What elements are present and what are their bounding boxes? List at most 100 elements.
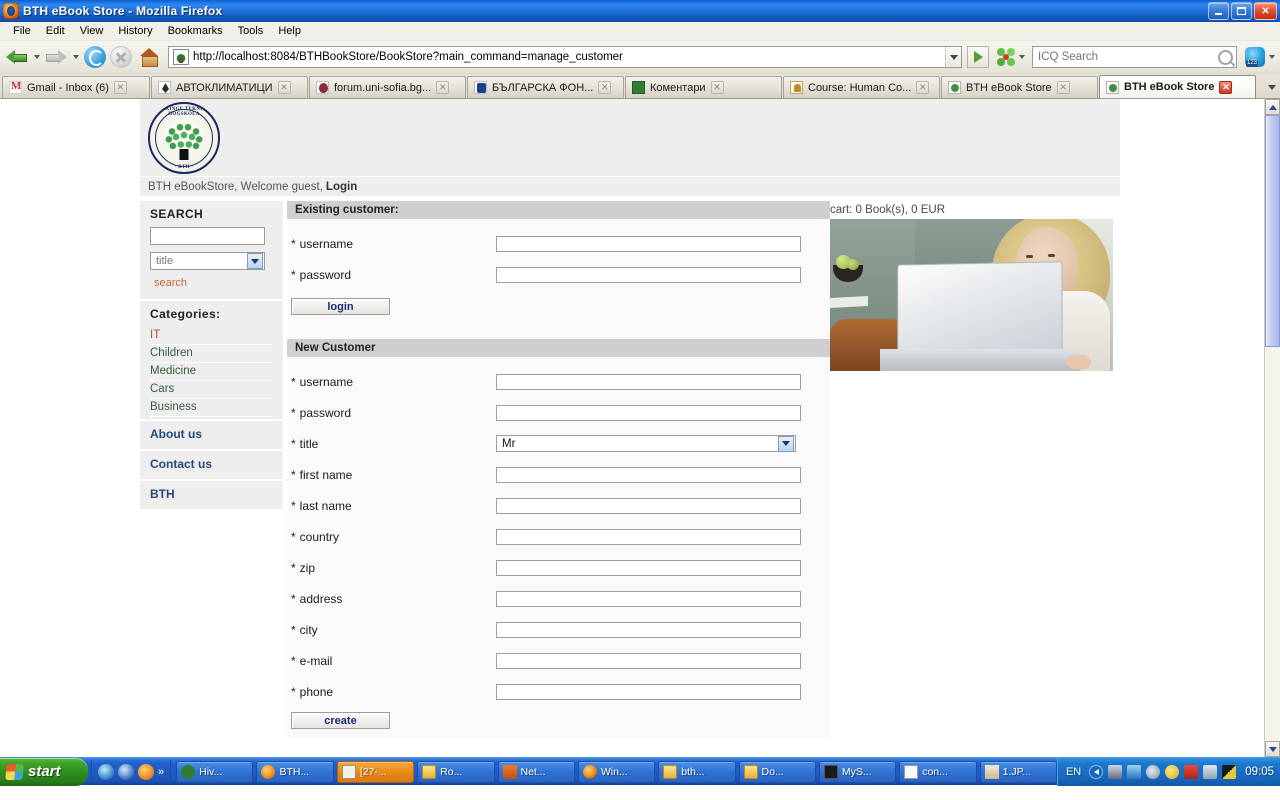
- maximize-button[interactable]: [1231, 2, 1252, 20]
- sidebar-item-it[interactable]: IT: [150, 327, 273, 345]
- security-icon[interactable]: [1146, 765, 1160, 779]
- first-name-input[interactable]: [496, 467, 801, 483]
- tab-komentari[interactable]: Коментари ✕: [625, 76, 782, 98]
- minimize-button[interactable]: [1208, 2, 1229, 20]
- tab-list-dropdown[interactable]: [1264, 76, 1280, 98]
- address-bar[interactable]: http://localhost:8084/BTHBookStore/BookS…: [168, 46, 962, 68]
- tab-forum-uni-sofia[interactable]: forum.uni-sofia.bg... ✕: [309, 76, 466, 98]
- menu-help[interactable]: Help: [271, 23, 308, 39]
- tab-bulgarska-fon[interactable]: БЪЛГАРСКА ФОН... ✕: [467, 76, 624, 98]
- city-input[interactable]: [496, 622, 801, 638]
- taskbar-item-bth[interactable]: BTH...: [256, 761, 333, 783]
- tab-bth-ebook-store-1[interactable]: BTH eBook Store ✕: [941, 76, 1098, 98]
- magnifier-icon[interactable]: [1215, 46, 1236, 67]
- quick-launch-overflow[interactable]: »: [158, 766, 164, 778]
- search-provider-dropdown[interactable]: [1017, 46, 1026, 68]
- taskbar-item-hiv[interactable]: Hiv...: [176, 761, 253, 783]
- last-name-input[interactable]: [496, 498, 801, 514]
- sidebar-item-cars[interactable]: Cars: [150, 381, 273, 399]
- menu-tools[interactable]: Tools: [231, 23, 271, 39]
- country-input[interactable]: [496, 529, 801, 545]
- tab-close-icon[interactable]: ✕: [598, 81, 611, 94]
- close-button[interactable]: ✕: [1254, 2, 1277, 20]
- login-button[interactable]: login: [291, 298, 390, 315]
- go-button[interactable]: [967, 46, 989, 68]
- search-bar[interactable]: [1032, 46, 1237, 68]
- sidebar-search-input[interactable]: [150, 227, 265, 245]
- chevron-down-icon[interactable]: [778, 436, 794, 452]
- tab-close-icon[interactable]: ✕: [711, 81, 724, 94]
- menu-view[interactable]: View: [73, 23, 111, 39]
- search-input[interactable]: [1036, 50, 1218, 64]
- taskbar-item-mysql[interactable]: MyS...: [819, 761, 896, 783]
- taskbar-item-27[interactable]: [27-...: [337, 761, 414, 783]
- stop-icon[interactable]: [110, 46, 132, 68]
- firefox-icon[interactable]: [138, 764, 154, 780]
- sidebar-item-business[interactable]: Business: [150, 399, 273, 417]
- antivirus-icon[interactable]: [1165, 765, 1179, 779]
- skype-numbers-icon[interactable]: [1245, 47, 1265, 67]
- internet-explorer-icon[interactable]: [98, 764, 114, 780]
- tab-close-icon[interactable]: ✕: [916, 81, 929, 94]
- sidebar-search-field-select[interactable]: title: [150, 252, 265, 270]
- start-button[interactable]: start: [0, 758, 88, 786]
- tab-bth-ebook-store-2[interactable]: BTH eBook Store ✕: [1099, 75, 1256, 98]
- sidebar-item-contact-us[interactable]: Contact us: [150, 457, 273, 471]
- existing-password-input[interactable]: [496, 267, 801, 283]
- url-history-dropdown[interactable]: [945, 47, 961, 67]
- scrollbar-thumb[interactable]: [1265, 115, 1280, 347]
- home-icon[interactable]: [137, 46, 161, 68]
- tab-close-icon[interactable]: ✕: [1219, 81, 1232, 94]
- volume-icon[interactable]: [1127, 765, 1141, 779]
- window-titlebar[interactable]: BTH eBook Store - Mozilla Firefox ✕: [0, 0, 1280, 22]
- sidebar-item-bth[interactable]: BTH: [150, 487, 273, 501]
- zip-input[interactable]: [496, 560, 801, 576]
- taskbar-item-net[interactable]: Net...: [498, 761, 575, 783]
- create-button[interactable]: create: [291, 712, 390, 729]
- monitor-icon[interactable]: [1203, 765, 1217, 779]
- sidebar-search-button[interactable]: search: [150, 276, 191, 290]
- menu-edit[interactable]: Edit: [39, 23, 72, 39]
- vertical-scrollbar[interactable]: [1264, 99, 1280, 757]
- new-password-input[interactable]: [496, 405, 801, 421]
- existing-username-input[interactable]: [496, 236, 801, 252]
- cart-status[interactable]: cart: 0 Book(s), 0 EUR: [830, 201, 1120, 219]
- sidebar-item-children[interactable]: Children: [150, 345, 273, 363]
- address-input[interactable]: [496, 591, 801, 607]
- bth-logo[interactable]: BLEKINGE TEKNISKA HÖGSKOLA · BTH ·: [148, 102, 220, 174]
- tab-close-icon[interactable]: ✕: [436, 81, 449, 94]
- network-icon[interactable]: [1108, 765, 1122, 779]
- reload-icon[interactable]: [84, 46, 106, 68]
- back-history-dropdown[interactable]: [32, 46, 41, 68]
- taskbar-item-do[interactable]: Do...: [739, 761, 816, 783]
- scroll-down-button[interactable]: [1265, 741, 1280, 757]
- toolbar-overflow-dropdown[interactable]: [1267, 46, 1276, 68]
- chevron-down-icon[interactable]: [247, 253, 263, 269]
- phone-input[interactable]: [496, 684, 801, 700]
- tab-gmail[interactable]: Gmail - Inbox (6) ✕: [2, 76, 150, 98]
- tab-close-icon[interactable]: ✕: [278, 81, 291, 94]
- forward-button[interactable]: [43, 45, 69, 69]
- tab-course-human[interactable]: Course: Human Co... ✕: [783, 76, 940, 98]
- nvidia-icon[interactable]: [1222, 765, 1236, 779]
- back-button[interactable]: [4, 45, 30, 69]
- login-link[interactable]: Login: [326, 181, 357, 193]
- taskbar-item-1jpg[interactable]: 1.JP...: [980, 761, 1057, 783]
- taskbar-item-win[interactable]: Win...: [578, 761, 655, 783]
- email-input[interactable]: [496, 653, 801, 669]
- new-title-select[interactable]: Mr: [496, 435, 796, 452]
- flag-icon[interactable]: [1184, 765, 1198, 779]
- sidebar-item-about-us[interactable]: About us: [150, 427, 273, 441]
- tab-avtoklimatici[interactable]: АВТОКЛИМАТИЦИ ✕: [151, 76, 308, 98]
- mozilla-icon[interactable]: [118, 764, 134, 780]
- forward-history-dropdown[interactable]: [71, 46, 80, 68]
- sidebar-item-medicine[interactable]: Medicine: [150, 363, 273, 381]
- new-username-input[interactable]: [496, 374, 801, 390]
- clock[interactable]: 09:05: [1245, 766, 1274, 778]
- taskbar-item-ro[interactable]: Ro...: [417, 761, 494, 783]
- menu-bookmarks[interactable]: Bookmarks: [161, 23, 230, 39]
- menu-history[interactable]: History: [111, 23, 159, 39]
- chevron-left-icon[interactable]: [1089, 765, 1103, 779]
- taskbar-item-con[interactable]: con...: [899, 761, 976, 783]
- menu-file[interactable]: File: [6, 23, 38, 39]
